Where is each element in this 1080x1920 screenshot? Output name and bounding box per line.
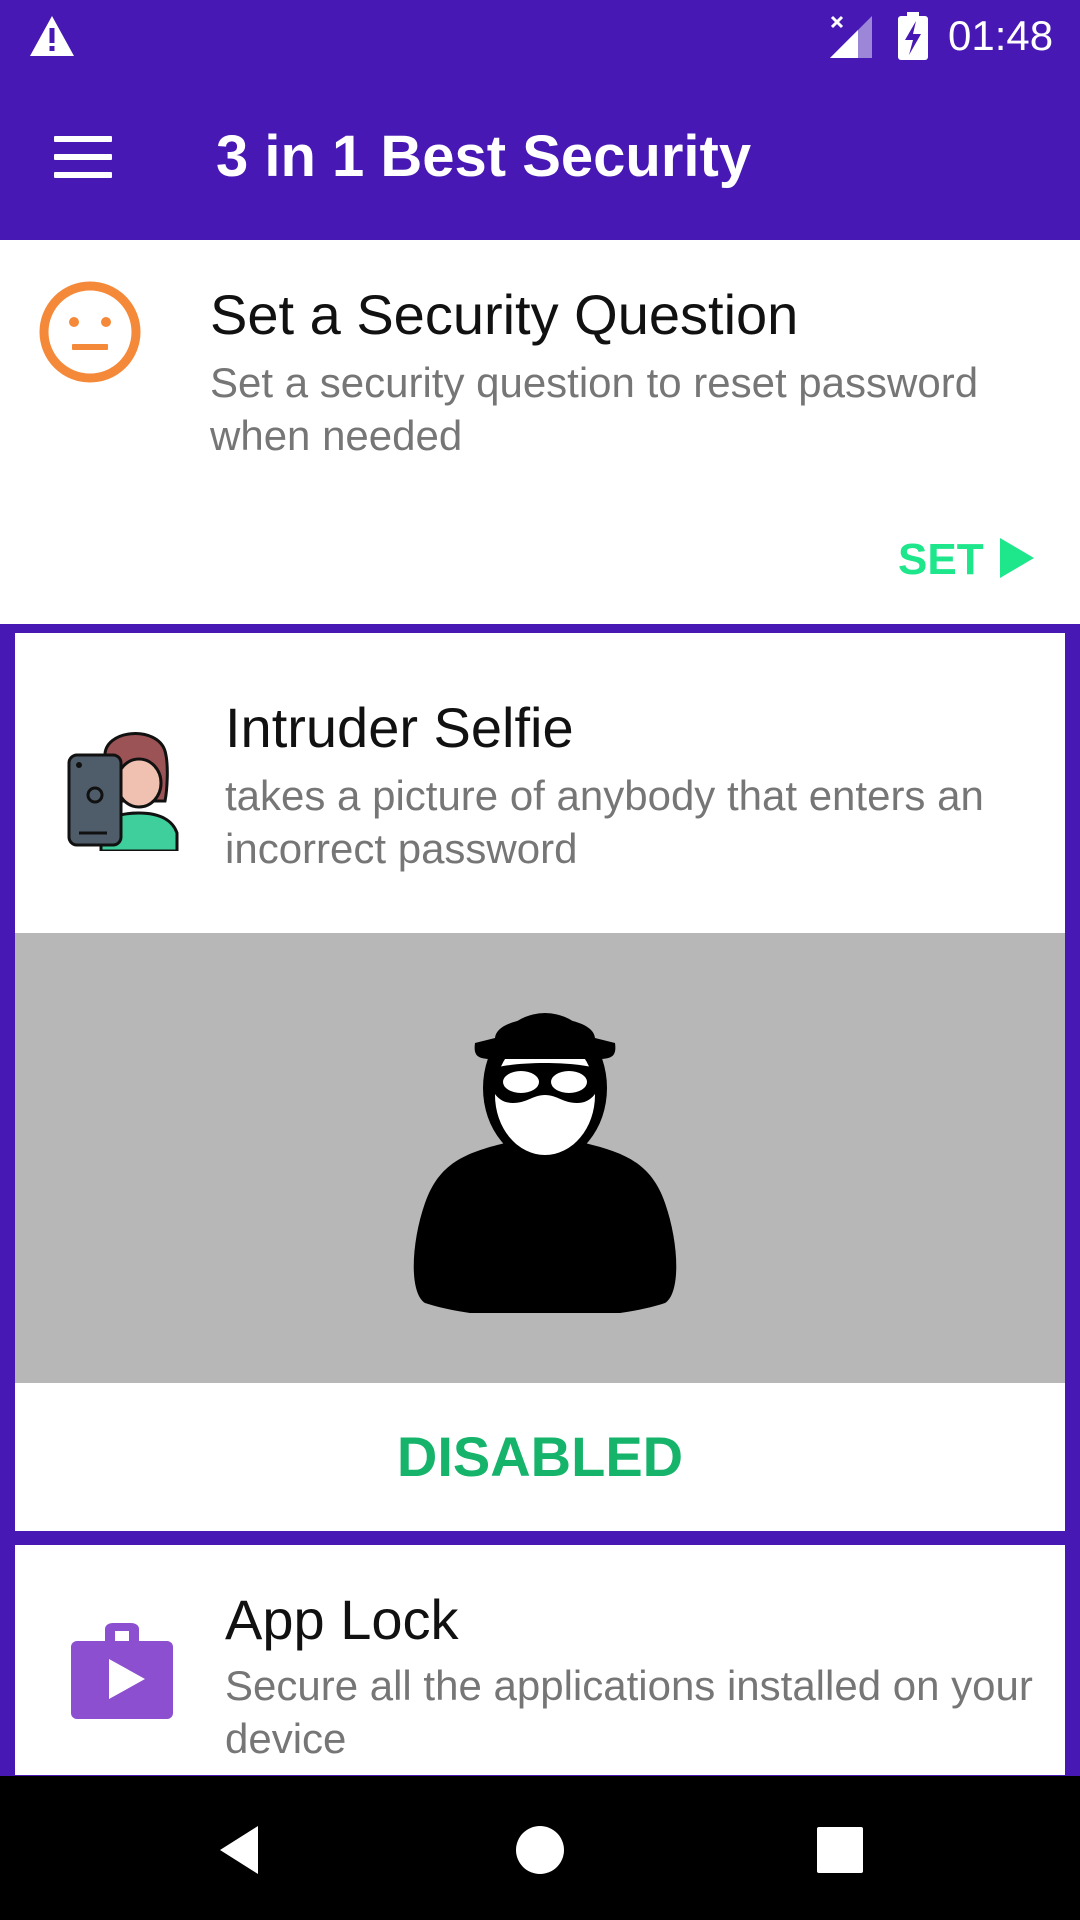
intruder-selfie-status-toggle[interactable]: DISABLED bbox=[15, 1383, 1065, 1531]
status-bar: 01:48 bbox=[0, 0, 1080, 72]
set-security-question-button[interactable]: SET bbox=[898, 530, 1038, 590]
status-time: 01:48 bbox=[948, 12, 1054, 59]
security-question-description: Set a security question to reset passwor… bbox=[210, 359, 979, 459]
masked-thief-icon bbox=[413, 1013, 677, 1313]
selfie-person-icon bbox=[67, 732, 179, 851]
app-lock-title: App Lock bbox=[225, 1588, 459, 1651]
app-title: 3 in 1 Best Security bbox=[216, 124, 752, 189]
system-nav-bar bbox=[0, 1776, 1080, 1920]
recents-icon[interactable] bbox=[812, 1822, 868, 1878]
battery-charging-icon bbox=[898, 12, 928, 60]
back-icon[interactable] bbox=[214, 1822, 270, 1878]
set-button-label: SET bbox=[898, 535, 984, 584]
intruder-selfie-title: Intruder Selfie bbox=[225, 696, 574, 759]
signal-icon bbox=[830, 15, 872, 58]
play-store-bag-icon bbox=[71, 1623, 173, 1719]
intruder-selfie-description: takes a picture of anybody that enters a… bbox=[225, 772, 984, 872]
intruder-selfie-card: Intruder Selfie takes a picture of anybo… bbox=[15, 633, 1065, 1531]
home-icon[interactable] bbox=[512, 1822, 568, 1878]
intruder-photo-placeholder bbox=[15, 933, 1065, 1383]
app-lock-card[interactable]: App Lock Secure all the applications ins… bbox=[15, 1545, 1065, 1775]
security-question-title: Set a Security Question bbox=[210, 283, 799, 346]
hamburger-menu-icon[interactable] bbox=[54, 136, 112, 178]
play-arrow-icon bbox=[1000, 538, 1034, 578]
app-lock-description: Secure all the applications installed on… bbox=[225, 1662, 1033, 1762]
warning-icon bbox=[30, 16, 74, 56]
security-question-card: Set a Security Question Set a security q… bbox=[0, 240, 1080, 624]
neutral-face-icon bbox=[39, 281, 141, 383]
